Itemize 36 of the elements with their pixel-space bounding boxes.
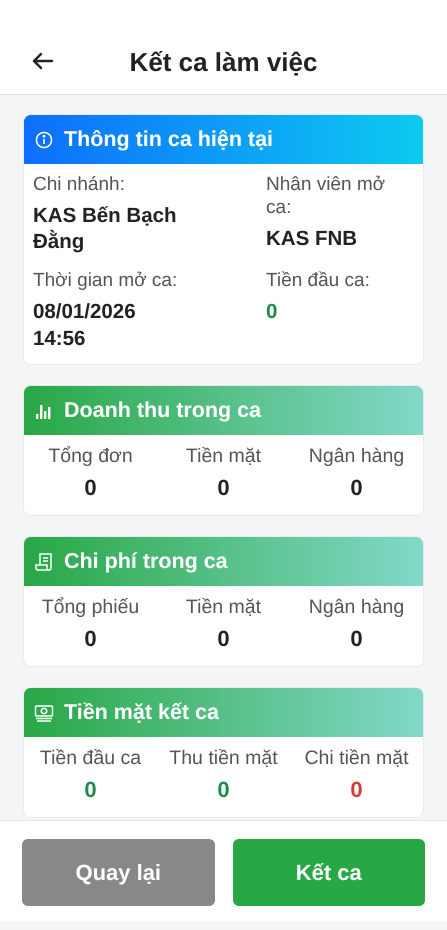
section-title: Tiền mặt kết ca <box>64 700 219 726</box>
stat-value: 0 <box>84 777 97 804</box>
stat-label: Thu tiền mặt <box>169 747 278 770</box>
info-icon <box>34 130 54 150</box>
stat-label: Tiền mặt <box>186 445 262 468</box>
stat-value: 0 <box>350 626 363 652</box>
section-title: Thông tin ca hiện tại <box>64 127 274 152</box>
field-value: 08/01/2026 14:56 <box>33 298 137 352</box>
field-value: KAS FNB <box>266 226 358 252</box>
stat-value: 0 <box>217 626 230 652</box>
field-label: Chi nhánh: <box>33 174 126 197</box>
field-label: Thời gian mở ca: <box>33 270 178 293</box>
stat-label: Tổng phiếu <box>42 596 140 620</box>
stat-value: 0 <box>217 777 230 804</box>
stat-label: Chi tiền mặt <box>304 747 409 770</box>
field-label: Nhân viên mở ca: <box>266 174 386 220</box>
section-title: Doanh thu trong ca <box>64 398 262 424</box>
field-value: 0 <box>266 298 278 325</box>
end-shift-button[interactable]: Kết ca <box>232 839 425 906</box>
stat-value: 0 <box>350 777 363 804</box>
stat-label: Tổng đơn <box>48 445 133 468</box>
field-label: Tiền đầu ca: <box>266 270 371 293</box>
field-value: KAS Bến Bạch Đằng <box>33 202 178 256</box>
receipt-icon <box>34 552 54 572</box>
stat-label: Ngân hàng <box>308 596 404 620</box>
page-title: Kết ca làm việc <box>130 46 318 78</box>
stat-value: 0 <box>350 475 363 502</box>
stat-value: 0 <box>217 475 230 502</box>
stat-label: Tiền đầu ca <box>40 747 142 770</box>
section-title: Chi phí trong ca <box>64 549 228 574</box>
stat-value: 0 <box>84 475 97 502</box>
banknote-icon <box>34 702 54 723</box>
back-text-button[interactable]: Quay lại <box>22 839 214 906</box>
stat-label: Tiền mặt <box>186 596 262 620</box>
stat-value: 0 <box>84 626 97 652</box>
stat-label: Ngân hàng <box>308 445 404 468</box>
